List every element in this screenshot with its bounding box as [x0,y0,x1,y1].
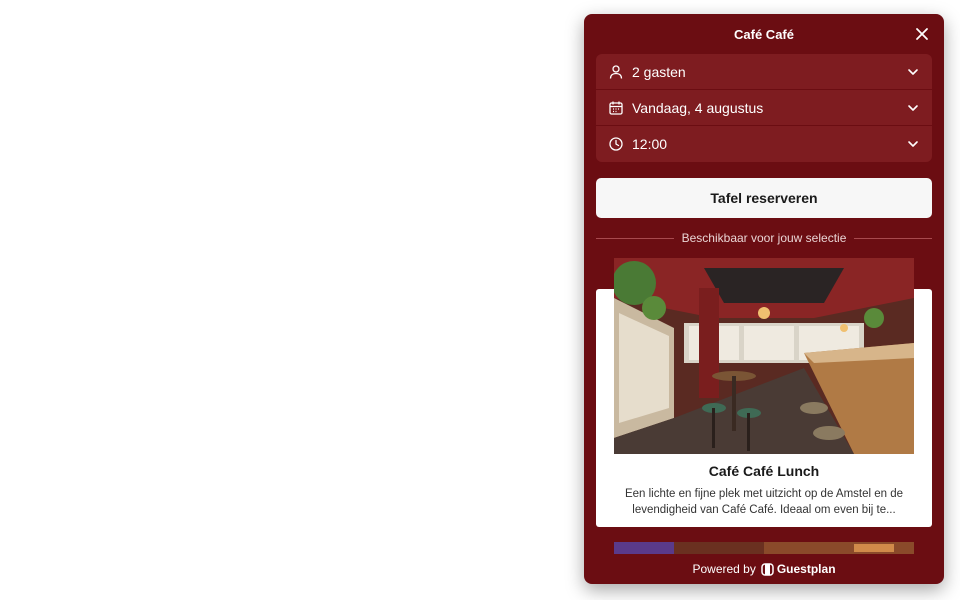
guestplan-logo-icon [761,562,774,576]
reserve-table-button[interactable]: Tafel reserveren [596,178,932,218]
guests-selector[interactable]: 2 gasten [596,54,932,90]
powered-by-label: Powered by [692,562,756,576]
clock-icon [609,137,623,151]
person-icon [609,64,623,79]
availability-label: Beschikbaar voor jouw selectie [681,231,847,245]
chevron-down-icon [908,68,918,75]
divider-line [854,237,932,239]
chevron-down-icon [908,141,918,147]
date-value: Vandaag, 4 augustus [632,99,764,116]
guestplan-brand[interactable]: Guestplan [761,562,836,576]
widget-title: Café Café [734,26,794,42]
time-value: 12:00 [632,136,668,152]
reservation-selectors: 2 gasten Vandaag, 4 augustus 12:00 [596,54,932,162]
widget-header: Café Café [584,14,944,54]
reservation-widget: Café Café 2 gasten Vandaag, 4 augustus 1… [584,14,944,584]
next-offer-photo [614,542,914,554]
close-icon[interactable] [914,26,930,42]
time-selector[interactable]: 12:00 [596,126,932,162]
divider-line [596,237,674,239]
offer-description: Een lichte en fijne plek met uitzicht op… [624,488,904,516]
offer-title: Café Café Lunch [708,463,820,479]
availability-divider: Beschikbaar voor jouw selectie [596,231,932,245]
brand-name: Guestplan [776,562,836,576]
widget-footer: Powered by Guestplan [584,554,944,584]
restaurant-photo [614,258,914,454]
date-selector[interactable]: Vandaag, 4 augustus [596,90,932,126]
guests-value: 2 gasten [632,63,686,80]
calendar-icon [609,101,623,115]
offer-card[interactable]: Café Café Lunch Een lichte en fijne plek… [584,258,944,558]
chevron-down-icon [908,104,918,111]
